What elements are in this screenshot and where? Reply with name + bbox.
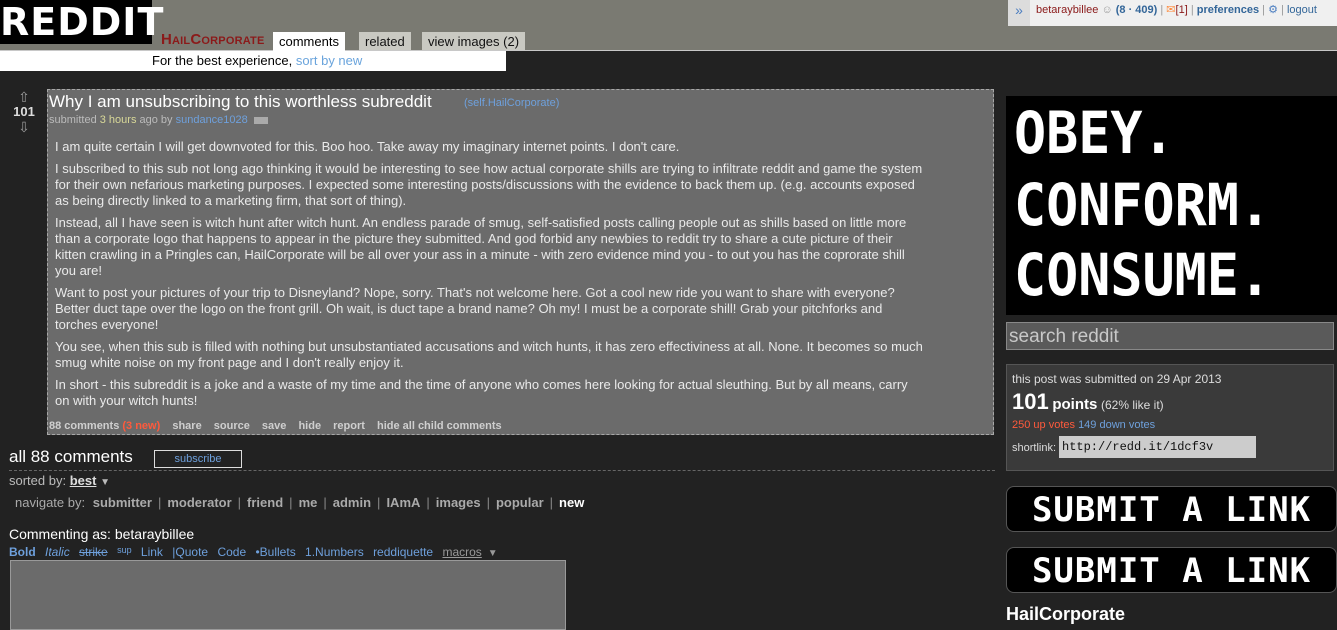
username-link[interactable]: betaraybillee xyxy=(1036,4,1098,16)
nav-images[interactable]: images xyxy=(436,495,481,510)
userbox-toggle-icon[interactable]: » xyxy=(1008,0,1030,26)
tab-comments[interactable]: comments xyxy=(273,32,345,51)
report-button[interactable]: report xyxy=(333,420,365,432)
commenting-as-label: Commenting as: betaraybillee xyxy=(9,526,195,542)
hide-button[interactable]: hide xyxy=(298,420,321,432)
post-tagline: submitted 3 hours ago by sundance1028 xyxy=(49,114,268,126)
banner-line: CONSUME. xyxy=(1014,241,1272,309)
nav-admin[interactable]: admin xyxy=(333,495,371,510)
shortlink-label: shortlink: xyxy=(1012,442,1057,454)
shortlink-field[interactable]: http://redd.it/1dcf3v xyxy=(1059,436,1256,458)
nav-friend[interactable]: friend xyxy=(247,495,283,510)
navigate-label: navigate by: xyxy=(15,495,86,510)
post-paragraph: In short - this subreddit is a joke and … xyxy=(55,377,908,408)
downvote-arrow-icon[interactable]: ⇩ xyxy=(9,120,39,134)
up-votes: 250 up votes xyxy=(1012,419,1075,431)
sort-suggestion-bar: For the best experience, sort by new xyxy=(0,51,506,71)
submit-link-button[interactable]: SUBMIT A LINK xyxy=(1006,547,1337,593)
nav-submitter[interactable]: submitter xyxy=(93,495,152,510)
numbers-button[interactable]: 1.Numbers xyxy=(305,545,364,559)
points-summary: 101 points (62% like it) xyxy=(1012,389,1164,415)
nav-iama[interactable]: IAmA xyxy=(386,495,420,510)
upvote-arrow-icon[interactable]: ⇧ xyxy=(9,90,39,104)
post-paragraph: You see, when this sub is filled with no… xyxy=(55,339,923,370)
nav-popular[interactable]: popular xyxy=(496,495,544,510)
tagline-time: 3 hours xyxy=(99,114,137,126)
post-domain[interactable]: (self.HailCorporate) xyxy=(464,97,559,109)
submit-link-button[interactable]: SUBMIT A LINK xyxy=(1006,486,1337,532)
nav-me[interactable]: me xyxy=(299,495,318,510)
nav-moderator[interactable]: moderator xyxy=(167,495,231,510)
author-link[interactable]: sundance1028 xyxy=(176,114,248,126)
logout-link[interactable]: logout xyxy=(1287,4,1317,16)
self-post: Why I am unsubscribing to this worthless… xyxy=(47,89,994,435)
vote-box: ⇧ 101 ⇩ xyxy=(9,90,39,134)
post-paragraph: I subscribed to this sub not long ago th… xyxy=(55,161,923,208)
tab-related[interactable]: related xyxy=(359,32,411,50)
post-title[interactable]: Why I am unsubscribing to this worthless… xyxy=(49,92,432,112)
save-button[interactable]: save xyxy=(262,420,286,432)
new-comments-count[interactable]: (3 new) xyxy=(122,420,160,432)
strike-button[interactable]: strike xyxy=(79,545,108,559)
source-button[interactable]: source xyxy=(214,420,250,432)
post-paragraph: Want to post your pictures of your trip … xyxy=(55,285,895,332)
mail-count[interactable]: [1] xyxy=(1176,4,1188,16)
banner-line: OBEY. xyxy=(1014,99,1175,167)
submitted-date: this post was submitted on 29 Apr 2013 xyxy=(1012,372,1222,386)
sidebar-subreddit-title[interactable]: HailCorporate xyxy=(1006,604,1125,625)
subscribe-button[interactable]: subscribe xyxy=(154,450,242,468)
sorted-by-label: sorted by: xyxy=(9,473,70,488)
points-label: points xyxy=(1052,396,1098,413)
mail-icon[interactable]: ✉ xyxy=(1166,4,1175,16)
nav-new[interactable]: new xyxy=(559,495,584,510)
banner-line: CONFORM. xyxy=(1014,171,1272,239)
macros-dropdown[interactable]: macros xyxy=(442,545,481,559)
points-number: 101 xyxy=(1012,389,1049,414)
link-button[interactable]: Link xyxy=(141,545,163,559)
vote-breakdown: 250 up votes 149 down votes xyxy=(1012,419,1155,431)
user-box: » betaraybillee ☺ (8 · 409) | ✉[1] | pre… xyxy=(1008,0,1337,26)
gear-icon[interactable]: ⚙ xyxy=(1268,4,1278,16)
chevron-down-icon[interactable]: ▼ xyxy=(488,548,498,559)
bullets-button[interactable]: •Bullets xyxy=(255,545,295,559)
hide-child-comments-button[interactable]: hide all child comments xyxy=(377,420,502,432)
search-input[interactable]: search reddit xyxy=(1006,322,1334,350)
post-paragraph: I am quite certain I will get downvoted … xyxy=(55,139,680,154)
comment-textarea[interactable] xyxy=(10,560,566,630)
code-button[interactable]: Code xyxy=(217,545,246,559)
italic-button[interactable]: Italic xyxy=(45,545,70,559)
karma-count: (8 · 409) xyxy=(1115,4,1158,16)
sidebar-banner-image: OBEY. CONFORM. CONSUME. xyxy=(1006,96,1337,315)
tagline-submitted: submitted xyxy=(49,114,100,126)
comments-divider xyxy=(9,470,995,471)
post-body: I am quite certain I will get downvoted … xyxy=(55,139,923,415)
all-comments-heading: all 88 comments xyxy=(9,447,133,466)
share-button[interactable]: share xyxy=(172,420,201,432)
tab-view-images[interactable]: view images (2) xyxy=(422,32,526,50)
tagline-ago-by: ago by xyxy=(136,114,176,126)
post-paragraph: Instead, all I have seen is witch hunt a… xyxy=(55,215,907,278)
reddiquette-link[interactable]: reddiquette xyxy=(373,545,433,559)
superscript-button[interactable]: sup xyxy=(117,545,132,555)
sort-selector: sorted by: best ▼ xyxy=(9,473,110,488)
comments-link[interactable]: 88 comments xyxy=(49,420,119,432)
navigate-bar: navigate by: submitter | moderator | friend |… xyxy=(15,495,585,510)
subreddit-title[interactable]: HailCorporate xyxy=(161,31,265,48)
down-votes: 149 down votes xyxy=(1078,419,1156,431)
points-percentage: (62% like it) xyxy=(1100,398,1164,412)
post-info-box: this post was submitted on 29 Apr 2013 1… xyxy=(1006,364,1334,471)
post-score: 101 xyxy=(13,104,35,119)
post-buttons: 88 comments (3 new) share source save hi… xyxy=(49,420,511,432)
sort-by-new-link[interactable]: sort by new xyxy=(296,53,362,68)
bold-button[interactable]: Bold xyxy=(9,545,36,559)
quote-button[interactable]: |Quote xyxy=(172,545,208,559)
preferences-link[interactable]: preferences xyxy=(1197,4,1259,16)
chevron-down-icon[interactable]: ▼ xyxy=(100,477,110,488)
tag-icon[interactable] xyxy=(253,116,268,124)
sort-suggestion-text: For the best experience, xyxy=(152,53,296,68)
snoo-icon: ☺ xyxy=(1101,4,1113,16)
markdown-toolbar: Bold Italic strike sup Link |Quote Code … xyxy=(9,545,504,559)
reddit-logo[interactable]: REDDIT xyxy=(0,0,163,44)
sort-dropdown[interactable]: best xyxy=(70,473,97,488)
